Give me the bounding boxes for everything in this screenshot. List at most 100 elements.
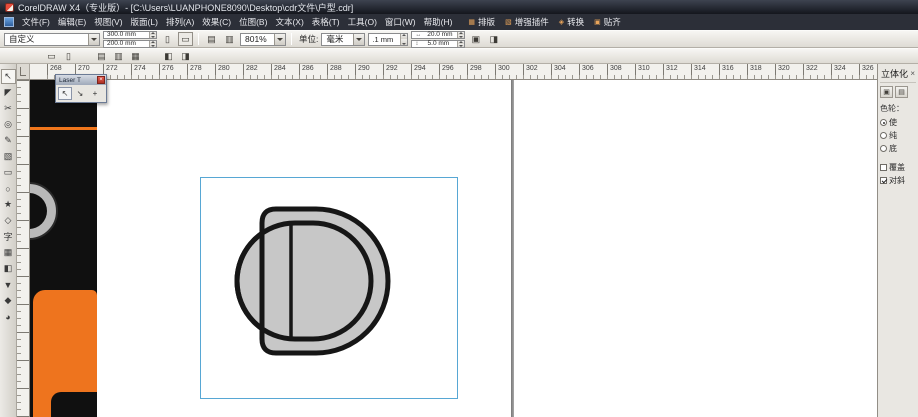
- horizontal-ruler[interactable]: 2682702722742762782802822842862882902922…: [30, 64, 877, 80]
- tool-icon: 字: [3, 230, 12, 243]
- eyedropper-tool[interactable]: ▼: [1, 277, 16, 292]
- menu-item[interactable]: 表格(T): [308, 15, 344, 29]
- laser-tool-button-3[interactable]: +: [88, 87, 102, 100]
- stepper-icon[interactable]: [149, 41, 156, 47]
- freehand-tool[interactable]: ✎: [1, 133, 16, 148]
- color-mode-radio[interactable]: 纯: [880, 130, 916, 141]
- tool-icon: ✎: [4, 135, 12, 146]
- orange-block-object[interactable]: [33, 290, 97, 417]
- chevron-down-icon[interactable]: [353, 34, 364, 45]
- toolbar2-button[interactable]: ▦: [128, 49, 143, 63]
- text-tool[interactable]: 字: [1, 229, 16, 244]
- extrude-checkboxes: 覆盖 对斜: [880, 162, 916, 186]
- pick-tool[interactable]: ↖: [1, 69, 16, 84]
- paper-height-input[interactable]: 200.0 mm: [103, 40, 157, 48]
- rounded-shape-object[interactable]: [230, 201, 415, 376]
- stepper-icon[interactable]: [457, 32, 464, 38]
- toolbar2-button[interactable]: ▯: [61, 49, 76, 63]
- color-mode-radio[interactable]: 底: [880, 143, 916, 154]
- docker-option-button-1[interactable]: ▣: [880, 86, 893, 98]
- menu-item[interactable]: 排列(A): [162, 15, 198, 29]
- toolbar2-button[interactable]: ▭: [44, 49, 59, 63]
- zoom-tool[interactable]: ◎: [1, 117, 16, 132]
- menu-item[interactable]: 位图(B): [235, 15, 271, 29]
- menu-item[interactable]: 编辑(E): [54, 15, 90, 29]
- outline-pen-tool[interactable]: ◆: [1, 293, 16, 308]
- polygon-tool[interactable]: ★: [1, 197, 16, 212]
- crop-tool[interactable]: ✂: [1, 101, 16, 116]
- left-drawing-object[interactable]: [30, 80, 97, 417]
- toolbar-extra-button-1[interactable]: ▣: [468, 32, 483, 46]
- drawing-canvas[interactable]: [30, 80, 877, 417]
- all-pages-button[interactable]: ▤: [204, 32, 219, 46]
- toolbar2-button[interactable]: ◧: [161, 49, 176, 63]
- ruler-number: 296: [439, 64, 467, 79]
- ruler-number: 306: [579, 64, 607, 79]
- close-icon[interactable]: ×: [97, 76, 105, 84]
- toolbar2-button[interactable]: ▤: [94, 49, 109, 63]
- chevron-down-icon[interactable]: [88, 34, 99, 45]
- separator: [198, 33, 199, 45]
- orange-line-object[interactable]: [30, 127, 97, 130]
- menu-item[interactable]: 文件(F): [18, 15, 54, 29]
- plugin-menu-item[interactable]: ◈ 转换: [555, 15, 588, 29]
- tool-icon: ○: [5, 184, 10, 194]
- basic-shapes-tool[interactable]: ◇: [1, 213, 16, 228]
- menu-item[interactable]: 窗口(W): [381, 15, 420, 29]
- menu-item[interactable]: 帮助(H): [420, 15, 457, 29]
- nudge-offset-input[interactable]: .1 mm: [368, 33, 408, 46]
- color-mode-radio[interactable]: 使: [880, 117, 916, 128]
- plugin-menu-item[interactable]: ▦ 排版: [464, 15, 499, 29]
- menu-item[interactable]: 文本(X): [271, 15, 307, 29]
- ruler-number: 312: [663, 64, 691, 79]
- plugin-icon: ▦: [468, 18, 475, 26]
- menu-item[interactable]: 工具(O): [344, 15, 381, 29]
- menu-item[interactable]: 版面(L): [127, 15, 162, 29]
- portrait-button[interactable]: ▯: [160, 32, 175, 46]
- laser-tool-button-1[interactable]: ↖: [58, 87, 72, 100]
- docker-option-button-2[interactable]: ▤: [895, 86, 908, 98]
- table-tool[interactable]: ▦: [1, 245, 16, 260]
- current-page-button[interactable]: ▥: [222, 32, 237, 46]
- zoom-level-select[interactable]: 801%: [240, 33, 286, 46]
- landscape-button[interactable]: ▭: [178, 32, 193, 46]
- docker-close-icon[interactable]: ×: [910, 69, 915, 78]
- extrude-checkbox[interactable]: 覆盖: [880, 162, 916, 173]
- secondary-toolbar: ▭▯ ▤▥▦ ◧◨: [0, 48, 918, 64]
- toolbar2-button[interactable]: ◨: [178, 49, 193, 63]
- toolbar2-button[interactable]: ▥: [111, 49, 126, 63]
- paper-preset-select[interactable]: 自定义: [4, 33, 100, 46]
- floating-toolbar-title: Laser T: [59, 77, 81, 84]
- chevron-down-icon[interactable]: [274, 34, 285, 45]
- ruler-origin-button[interactable]: [17, 64, 30, 80]
- duplicate-x-input[interactable]: ↔ 20.0 mm: [411, 31, 465, 39]
- vertical-ruler[interactable]: [17, 80, 30, 417]
- plugin-menu-item[interactable]: ▧ 增强插件: [501, 15, 553, 29]
- units-select[interactable]: 毫米: [321, 33, 365, 46]
- tool-icon: ▭: [4, 167, 13, 178]
- menu-item[interactable]: 效果(C): [198, 15, 235, 29]
- rectangle-tool[interactable]: ▭: [1, 165, 16, 180]
- stepper-icon[interactable]: [149, 32, 156, 38]
- stepper-icon[interactable]: [400, 34, 407, 45]
- toolbar-extra-button-2[interactable]: ◨: [486, 32, 501, 46]
- stepper-icon[interactable]: [457, 41, 464, 47]
- title-bar[interactable]: CorelDRAW X4（专业版）- [C:\Users\LUANPHONE80…: [0, 0, 918, 14]
- coreldraw-app-icon: [5, 3, 14, 12]
- paper-width-input[interactable]: 300.0 mm: [103, 31, 157, 39]
- shape-tool[interactable]: ◤: [1, 85, 16, 100]
- document-icon[interactable]: [4, 17, 14, 27]
- interactive-blend-tool[interactable]: ◧: [1, 261, 16, 276]
- ellipse-tool[interactable]: ○: [1, 181, 16, 196]
- plugin-menu-item[interactable]: ▣ 贴齐: [590, 15, 625, 29]
- floating-toolbar-titlebar[interactable]: Laser T ×: [56, 75, 106, 85]
- laser-tool-button-2[interactable]: ↘: [73, 87, 87, 100]
- menu-item[interactable]: 视图(V): [90, 15, 126, 29]
- gray-arc-object[interactable]: [30, 182, 58, 240]
- extrude-checkbox[interactable]: 对斜: [880, 175, 916, 186]
- duplicate-y-input[interactable]: ↕ 5.0 mm: [411, 40, 465, 48]
- plugin-menu-label: 排版: [478, 16, 495, 28]
- fill-tool[interactable]: ◕: [1, 309, 16, 324]
- paper-preset-value: 自定义: [9, 33, 35, 45]
- smart-fill-tool[interactable]: ▧: [1, 149, 16, 164]
